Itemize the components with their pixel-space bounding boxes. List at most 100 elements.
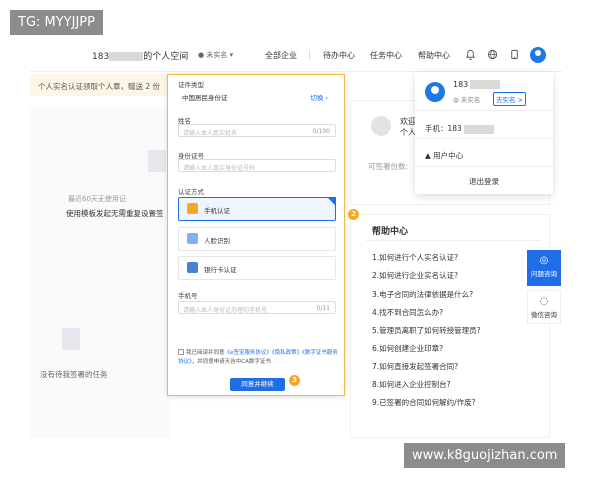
method-phone-option[interactable]: 手机认证	[178, 197, 336, 221]
divider	[366, 240, 541, 241]
watermark-bottom: www.k8guojizhan.com	[404, 443, 566, 468]
document-icon	[148, 150, 166, 172]
agree-prefix: 我已阅读并同意	[186, 350, 225, 356]
user-avatar-icon	[425, 82, 445, 102]
id-type-switch[interactable]: 切换 ›	[310, 92, 328, 102]
masked-phone	[463, 124, 494, 134]
empty-tasks-text: 没有待我签署的任务	[40, 370, 108, 379]
globe-icon[interactable]	[486, 49, 498, 61]
nav-todo-center[interactable]: 待办中心	[323, 50, 355, 61]
privacy-policy-link[interactable]: 《隐私政策》	[272, 350, 302, 356]
method-face-option[interactable]: 人脸识别	[178, 227, 336, 251]
divider	[415, 138, 553, 139]
help-link[interactable]: 7.如何直接发起签署合同?	[372, 361, 458, 372]
wechat-consult-button[interactable]: ◌ 微信咨询	[527, 290, 561, 324]
tablet-icon[interactable]	[508, 49, 520, 61]
caret-down-icon: ▾	[229, 51, 234, 59]
sign-count-label: 可签署份数:	[368, 162, 409, 171]
go-verify-link[interactable]: 去实名 >	[493, 92, 527, 106]
help-center-title: 帮助中心	[372, 227, 409, 237]
phone-label: 手机：	[425, 124, 448, 133]
name-input[interactable]: 请输入本人真实姓名 0/100	[178, 124, 336, 137]
realname-verify-dialog: 证件类型 中国居民身份证 切换 › 姓名 请输入本人真实姓名 0/100 身份证…	[167, 74, 345, 396]
user-center-label: 用户中心	[433, 151, 464, 160]
agree-checkbox[interactable]	[178, 349, 184, 355]
phone-label: 手机号	[178, 292, 198, 300]
logout-button[interactable]: 退出登录	[415, 176, 553, 187]
help-link[interactable]: 4.找不到合同怎么办?	[372, 307, 443, 318]
face-icon	[187, 233, 198, 244]
bell-icon[interactable]	[464, 49, 476, 61]
phone-row: 手机：183	[425, 123, 494, 134]
status-text: 未实名	[460, 96, 481, 104]
wechat-label: 微信咨询	[531, 311, 557, 319]
welcome-line: 个人	[400, 128, 416, 137]
shield-icon: ◍	[453, 96, 459, 104]
name-char-counter: 0/100	[312, 128, 330, 135]
watermark-top: TG: MYYJJPP	[10, 10, 103, 35]
name-placeholder: 请输入本人真实姓名	[183, 130, 238, 137]
shield-icon: ●	[198, 51, 205, 59]
phone-input[interactable]: 请输入本人身份证办理的手机号 0/11	[178, 301, 336, 314]
switch-label: 切换	[310, 94, 324, 102]
document-icon	[62, 328, 80, 350]
phone-value: 183	[447, 124, 462, 133]
id-number-placeholder: 请输入本人真实身份证号码	[183, 165, 256, 172]
method-bankcard-option[interactable]: 银行卡认证	[178, 256, 336, 280]
verify-method-label: 认证方式	[178, 188, 204, 196]
chevron-right-icon: ›	[325, 94, 328, 102]
verify-status-pill[interactable]: ● 未实名 ▾	[198, 50, 233, 60]
divider	[415, 166, 553, 167]
nav-help-center[interactable]: 帮助中心	[418, 50, 450, 61]
nav-task-center[interactable]: 任务中心	[370, 50, 402, 61]
space-phone-prefix: 183	[92, 52, 110, 62]
method-label: 手机认证	[204, 207, 230, 215]
help-link[interactable]: 3.电子合同的法律依据是什么?	[372, 289, 473, 300]
masked-phone	[470, 80, 501, 89]
verify-status-text: 未实名	[206, 51, 228, 59]
space-title: 的个人空间	[143, 52, 189, 62]
phone-placeholder: 请输入本人身份证办理的手机号	[183, 307, 268, 314]
help-link[interactable]: 5.管理员离职了如何转授管理员?	[372, 325, 481, 336]
person-icon	[371, 116, 391, 136]
bankcard-icon	[187, 262, 198, 273]
phone-prefix: 183	[453, 80, 469, 89]
agreement-text: 我已阅读并同意《e签宝服务协议》《隐私政策》《数字证书服务协议》，并同意申请天谷…	[178, 349, 338, 367]
realname-promo-banner: 个人实名认证领取个人章，赠送 2 份	[30, 74, 170, 96]
phone-icon	[187, 203, 198, 214]
consult-label: 问题咨询	[531, 270, 557, 278]
personal-space-switcher[interactable]: 183 的个人空间	[92, 49, 188, 62]
divider	[415, 110, 553, 111]
help-link[interactable]: 8.如何进入企业控制台?	[372, 379, 451, 390]
help-link[interactable]: 2.如何进行企业实名认证?	[372, 270, 458, 281]
help-link[interactable]: 1.如何进行个人实名认证?	[372, 252, 458, 263]
phone-char-counter: 0/11	[316, 305, 330, 312]
method-label: 银行卡认证	[204, 266, 237, 274]
nav-separator	[309, 50, 310, 60]
id-number-input[interactable]: 请输入本人真实身份证号码	[178, 159, 336, 172]
user-phone: 183	[453, 80, 501, 89]
id-type-label: 证件类型	[178, 81, 204, 89]
help-link[interactable]: 6.如何创建企业印章?	[372, 343, 443, 354]
consult-button[interactable]: ◎ 问题咨询	[527, 250, 561, 286]
user-avatar-icon[interactable]	[530, 47, 546, 63]
service-agreement-link[interactable]: 《e签宝服务协议》	[225, 350, 272, 356]
person-icon: ▲	[425, 151, 431, 160]
nav-all-companies[interactable]: 全部企业	[265, 50, 297, 61]
top-navbar: 183 的个人空间 ● 未实名 ▾ 全部企业 待办中心 任务中心 帮助中心	[30, 40, 562, 72]
agree-continue-button[interactable]: 同意并继续	[230, 378, 285, 391]
step-badge: 3	[289, 375, 300, 386]
masked-phone	[109, 52, 144, 61]
agree-suffix: ，并同意申请天谷中CA数字证书	[191, 359, 271, 365]
screenshot: TG: MYYJJPP www.k8guojizhan.com 183 的个人空间…	[0, 0, 600, 480]
selected-check-icon	[327, 197, 336, 206]
welcome-line: 欢迎	[400, 117, 416, 126]
user-menu-dropdown: 183 ◍ 未实名 去实名 > 手机：183 ▲ 用户中心 退出登录	[415, 72, 553, 194]
user-center-item[interactable]: ▲ 用户中心	[425, 150, 463, 161]
step-badge: 2	[348, 209, 359, 220]
id-type-select[interactable]: 中国居民身份证 切换 ›	[178, 89, 336, 102]
empty-templates-text: 最近60天无使用记	[68, 195, 126, 203]
help-link[interactable]: 9.已签署的合同如何解约/作废?	[372, 397, 476, 408]
headset-icon: ◎	[539, 255, 549, 266]
verify-status: ◍ 未实名	[453, 94, 480, 104]
